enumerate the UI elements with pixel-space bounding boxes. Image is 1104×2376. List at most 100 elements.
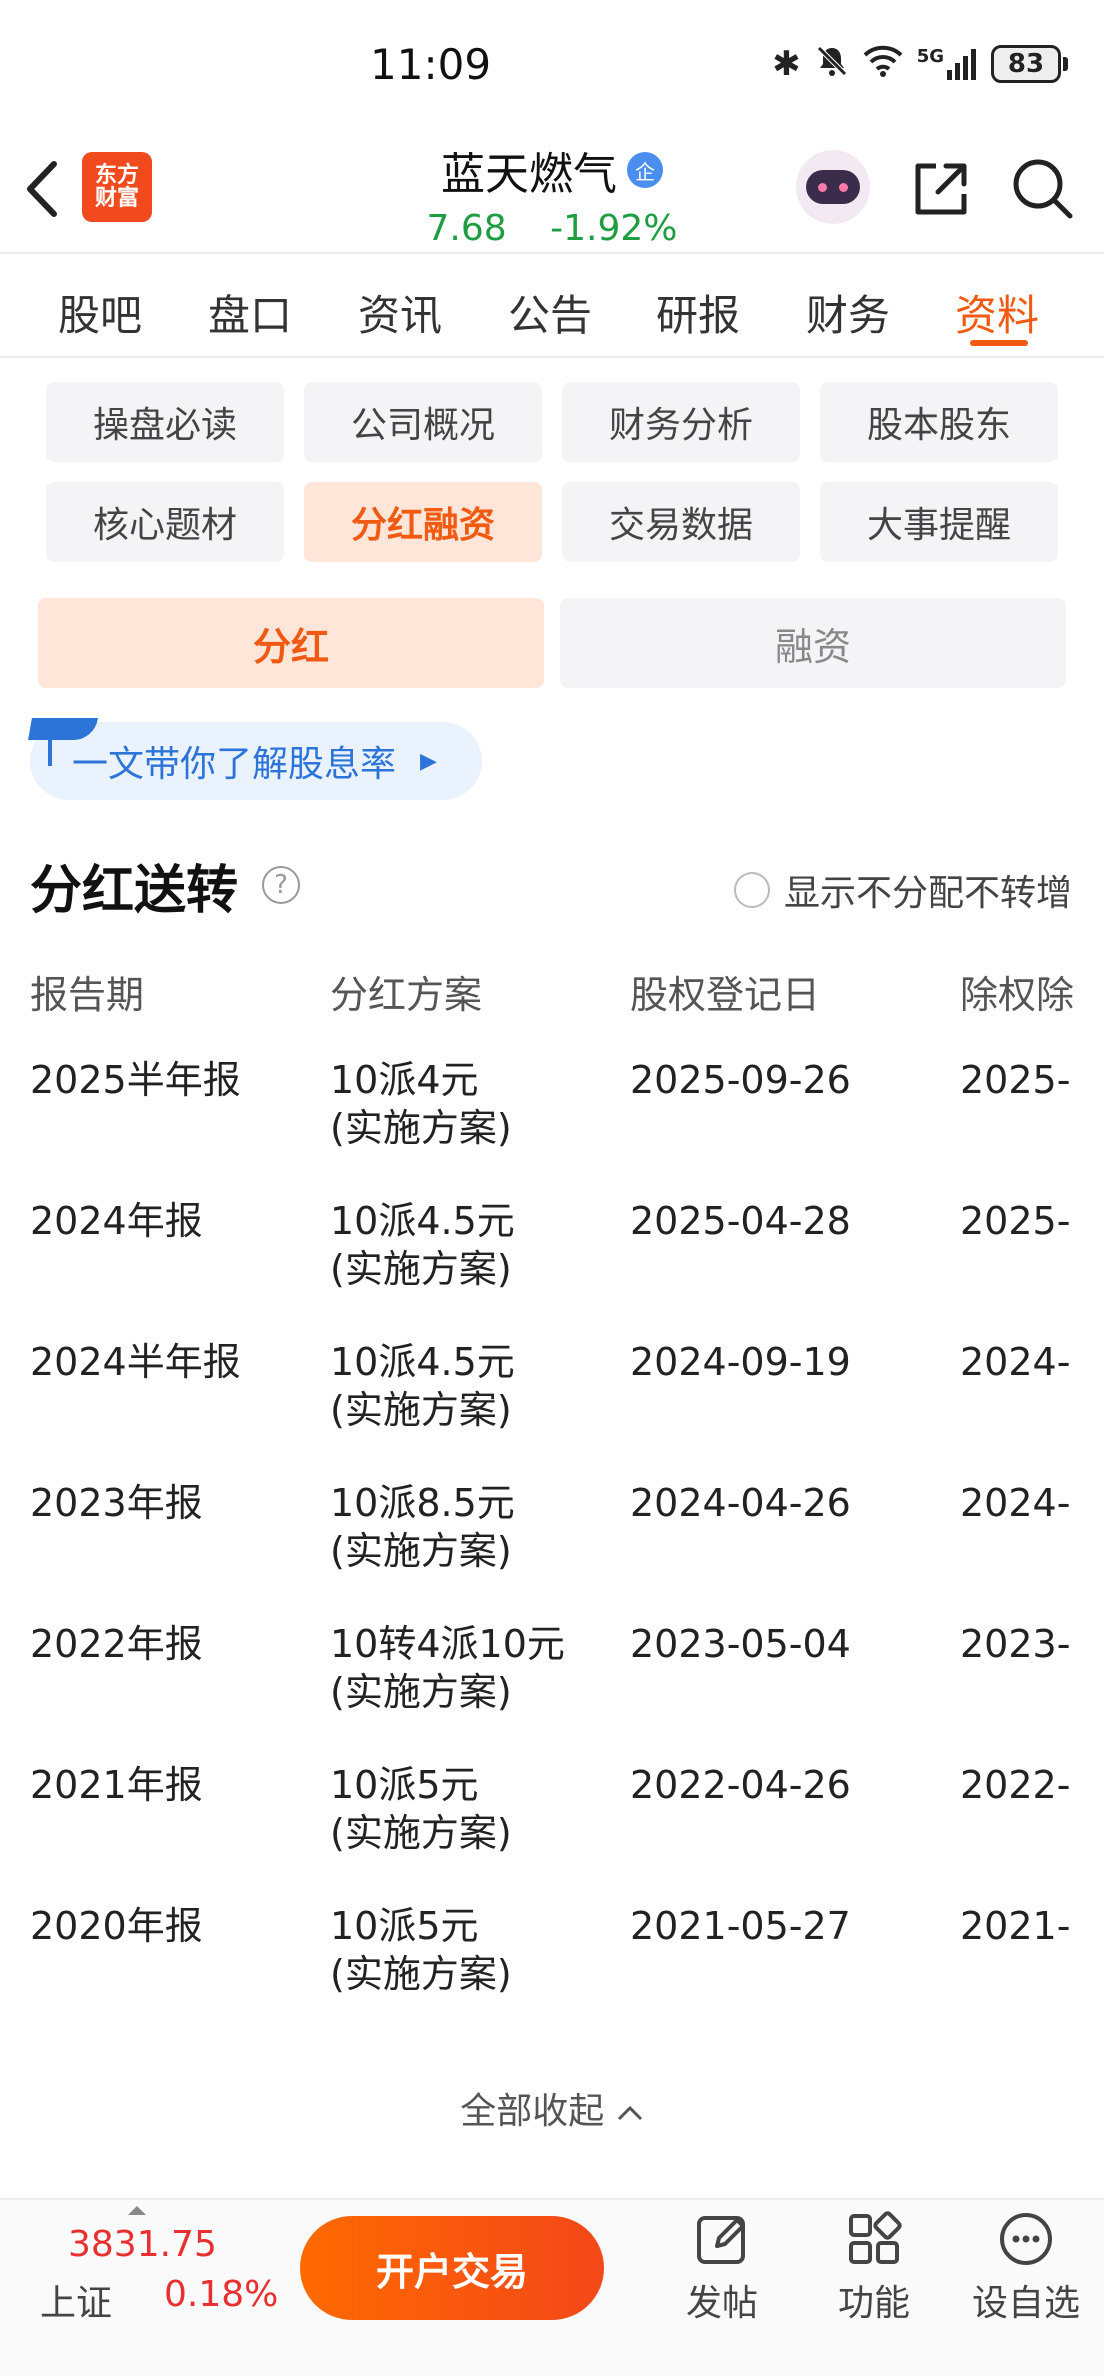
- bottom-bar: 3831.75 上证 0.18% 开户交易 发帖 功能 设自选: [0, 2198, 1104, 2376]
- table-cell-plan: 10派4.5元: [330, 1340, 515, 1384]
- section-title: 分红送转: [30, 861, 239, 921]
- subnav-company-overview[interactable]: 公司概况: [304, 382, 542, 462]
- dividend-yield-promo[interactable]: 一文带你了解股息率 ▶: [28, 718, 482, 800]
- play-arrow-icon: ▶: [420, 748, 437, 774]
- promo-text: 一文带你了解股息率: [72, 744, 397, 785]
- add-watchlist-button[interactable]: 设自选: [966, 2210, 1086, 2326]
- table-cell-status: (实施方案): [330, 1529, 512, 1573]
- column-header-ex-date: 除权除: [960, 973, 1075, 1017]
- radio-unchecked-icon[interactable]: [733, 872, 770, 908]
- stock-name-row: 蓝天燃气 企: [441, 138, 663, 202]
- table-cell-period: 2025半年报: [30, 1058, 241, 1102]
- status-time: 11:09: [370, 40, 492, 89]
- chevron-up-icon: [617, 2105, 642, 2121]
- tab-announcements[interactable]: 公告: [508, 282, 592, 343]
- table-cell-record-date: 2025-09-26: [630, 1058, 851, 1102]
- table-cell-ex-date: 2025-: [960, 1058, 1071, 1102]
- tab-guba[interactable]: 股吧: [58, 282, 142, 343]
- network-label: 5G: [916, 46, 944, 67]
- index-value[interactable]: 3831.75: [68, 2224, 217, 2265]
- table-cell-ex-date: 2024-: [960, 1340, 1071, 1384]
- bluetooth-icon: ✱: [772, 44, 801, 84]
- post-button[interactable]: 发帖: [662, 2210, 782, 2326]
- tab-research[interactable]: 研报: [656, 282, 740, 343]
- table-cell-period: 2021年报: [30, 1763, 203, 1807]
- expand-caret-icon[interactable]: [128, 2206, 146, 2215]
- edit-icon: [697, 2216, 745, 2264]
- table-cell-status: (实施方案): [330, 1811, 512, 1855]
- subnav-core-themes[interactable]: 核心题材: [46, 482, 284, 562]
- table-cell-plan: 10转4派10元: [330, 1622, 565, 1666]
- table-cell-ex-date: 2022-: [960, 1763, 1071, 1807]
- help-icon[interactable]: ?: [262, 866, 300, 904]
- stock-price: 7.68: [426, 208, 507, 249]
- table-cell-ex-date: 2023-: [960, 1622, 1071, 1666]
- table-cell-status: (实施方案): [330, 1106, 512, 1150]
- subnav-dividend-financing[interactable]: 分红融资: [304, 482, 542, 562]
- tab-pankou[interactable]: 盘口: [208, 282, 292, 343]
- signal-icon: 5G: [917, 48, 977, 80]
- dividend-table: 报告期 分红方案 股权登记日 除权除 2025半年报 10派4元 (实施方案) …: [0, 940, 1076, 2000]
- app-header: 东方 财富 蓝天燃气 企 7.68 -1.92%: [0, 130, 1104, 254]
- table-cell-plan: 10派5元: [330, 1904, 479, 1948]
- table-cell-plan: 10派4元: [330, 1058, 479, 1102]
- segment-financing[interactable]: 融资: [560, 598, 1066, 688]
- ai-assistant-icon[interactable]: [796, 150, 870, 224]
- table-cell-plan: 10派8.5元: [330, 1481, 515, 1525]
- open-account-trade-button[interactable]: 开户交易: [300, 2216, 604, 2320]
- table-cell-ex-date: 2024-: [960, 1481, 1071, 1525]
- column-header-record-date: 股权登记日: [630, 973, 821, 1017]
- subnav-trading-data[interactable]: 交易数据: [562, 482, 800, 562]
- active-tab-indicator: [970, 340, 1028, 346]
- search-icon[interactable]: [1010, 156, 1076, 226]
- battery-icon: 83: [991, 45, 1068, 83]
- status-bar: 11:09 ✱ 5G 83: [0, 0, 1104, 130]
- table-cell-record-date: 2023-05-04: [630, 1622, 851, 1666]
- tab-finance[interactable]: 财务: [806, 282, 890, 343]
- table-cell-period: 2024半年报: [30, 1340, 241, 1384]
- stock-change-pct: -1.92%: [550, 208, 678, 249]
- column-header-period: 报告期: [30, 973, 145, 1017]
- table-cell-ex-date: 2021-: [960, 1904, 1071, 1948]
- table-cell-status: (实施方案): [330, 1670, 512, 1714]
- subnav-trading-essentials[interactable]: 操盘必读: [46, 382, 284, 462]
- table-cell-plan: 10派5元: [330, 1763, 479, 1807]
- main-tabs: 股吧 盘口 资讯 公告 研报 财务 资料: [0, 256, 1104, 358]
- index-name[interactable]: 上证: [40, 2274, 112, 2326]
- table-cell-record-date: 2022-04-26: [630, 1763, 851, 1807]
- table-cell-period: 2023年报: [30, 1481, 203, 1525]
- table-cell-record-date: 2025-04-28: [630, 1199, 851, 1243]
- tab-news[interactable]: 资讯: [358, 282, 442, 343]
- table-cell-record-date: 2024-09-19: [630, 1340, 851, 1384]
- table-cell-status: (实施方案): [330, 1247, 512, 1291]
- table-cell-record-date: 2021-05-27: [630, 1904, 851, 1948]
- table-cell-plan: 10派4.5元: [330, 1199, 515, 1243]
- status-icons: ✱ 5G 83: [772, 44, 1068, 84]
- enterprise-badge-icon: 企: [627, 152, 663, 188]
- functions-label: 功能: [837, 2283, 910, 2324]
- show-no-distribution-toggle[interactable]: 显示不分配不转增: [733, 864, 1072, 916]
- collapse-label: 全部收起: [460, 2091, 605, 2132]
- toggle-label: 显示不分配不转增: [783, 873, 1072, 914]
- subnav-shareholders[interactable]: 股本股东: [820, 382, 1058, 462]
- table-cell-record-date: 2024-04-26: [630, 1481, 851, 1525]
- table-cell-period: 2020年报: [30, 1904, 203, 1948]
- page: 11:09 ✱ 5G 83 东方 财富 蓝天燃气 企 7.68 -1.92% 股…: [0, 0, 1104, 2376]
- grid-icon: [849, 2211, 902, 2264]
- segment-dividend[interactable]: 分红: [38, 598, 544, 688]
- table-cell-status: (实施方案): [330, 1388, 512, 1432]
- table-cell-period: 2024年报: [30, 1199, 203, 1243]
- tab-profile[interactable]: 资料: [955, 282, 1039, 343]
- functions-button[interactable]: 功能: [814, 2210, 934, 2326]
- wifi-icon: [863, 45, 903, 83]
- battery-level: 83: [991, 45, 1061, 83]
- share-icon[interactable]: [908, 156, 974, 226]
- stock-name: 蓝天燃气: [441, 149, 617, 200]
- table-cell-status: (实施方案): [330, 1952, 512, 1996]
- subnav-financial-analysis[interactable]: 财务分析: [562, 382, 800, 462]
- mute-bell-icon: [815, 44, 849, 84]
- collapse-all-button[interactable]: 全部收起: [0, 2082, 1104, 2134]
- index-change-pct[interactable]: 0.18%: [164, 2274, 278, 2315]
- subnav-major-events[interactable]: 大事提醒: [820, 482, 1058, 562]
- watchlist-label: 设自选: [971, 2283, 1080, 2324]
